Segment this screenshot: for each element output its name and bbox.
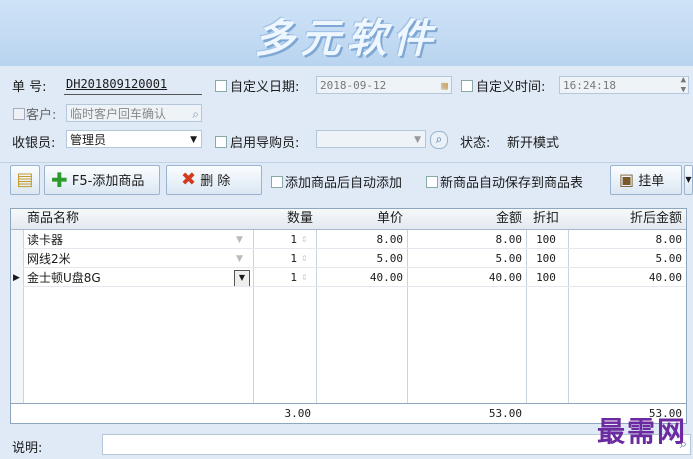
watermark-logo: 最需网 — [596, 415, 687, 448]
header-discount[interactable]: 折扣 — [526, 209, 566, 229]
guide-checkbox[interactable] — [215, 136, 227, 148]
cell-discount[interactable]: 100 — [526, 231, 566, 249]
header-qty[interactable]: 数量 — [253, 209, 313, 229]
customer-input[interactable]: 临时客户回车确认 ⌕ — [66, 104, 202, 122]
row-separator — [23, 248, 686, 249]
cell-name[interactable]: 金士顿U盘8G — [27, 269, 101, 287]
note-row: 说明: ⌕ — [0, 430, 693, 459]
current-row-indicator-icon: ▶ — [13, 273, 20, 283]
total-qty: 3.00 — [284, 407, 312, 420]
auto-save-label: 新商品自动保存到商品表 — [440, 176, 584, 191]
toolbar-more-chevron-icon[interactable]: ▼ — [684, 165, 693, 195]
cell-name[interactable]: 读卡器 — [27, 231, 63, 249]
cell-price[interactable]: 5.00 — [316, 250, 404, 268]
cell-discount[interactable]: 100 — [526, 269, 566, 287]
cell-final: 40.00 — [648, 271, 682, 284]
cashier-value: 管理员 — [70, 133, 107, 147]
cell-amount: 5.00 — [495, 252, 523, 265]
guide-label: 启用导购员: — [230, 136, 300, 151]
status-value: 新开模式 — [507, 136, 560, 151]
note-label: 说明: — [12, 441, 43, 456]
customer-placeholder: 临时客户回车确认 — [70, 107, 167, 121]
header-name[interactable]: 商品名称 — [27, 209, 79, 229]
customer-checkbox[interactable] — [13, 108, 25, 120]
row-dropdown-icon[interactable]: ▼ — [236, 250, 243, 268]
guide-chevron-down-icon[interactable]: ▼ — [414, 131, 421, 147]
custom-time-label: 自定义时间: — [476, 80, 546, 95]
order-no-value: DH201809120001 — [66, 77, 168, 91]
cell-amount: 40.00 — [488, 271, 522, 284]
delete-button[interactable]: ✖ 删 除 — [166, 165, 262, 195]
add-item-label: F5-添加商品 — [71, 174, 145, 189]
cashier-select[interactable]: 管理员 ▼ — [66, 130, 202, 148]
calendar-icon[interactable]: ▦ — [441, 77, 448, 93]
plus-icon: ✚ — [51, 168, 68, 192]
table-header: 商品名称 数量 单价 金额 折扣 折后金额 — [11, 209, 686, 230]
order-no-label: 单 号: — [12, 80, 47, 95]
delete-x-icon: ✖ — [181, 169, 197, 190]
header-final[interactable]: 折后金额 — [568, 209, 682, 229]
cell-final: 8.00 — [655, 233, 683, 246]
custom-date-label: 自定义日期: — [230, 80, 300, 95]
custom-time-checkbox[interactable] — [461, 80, 473, 92]
cell-price[interactable]: 8.00 — [316, 231, 404, 249]
header-amount[interactable]: 金额 — [407, 209, 522, 229]
time-spinner-icon[interactable]: ▲ ▼ — [681, 77, 686, 93]
custom-time-value: 16:24:18 — [563, 79, 616, 92]
customer-lookup-icon[interactable]: ⌕ — [192, 105, 199, 121]
cell-name[interactable]: 网线2米 — [27, 250, 71, 268]
custom-date-checkbox[interactable] — [215, 80, 227, 92]
custom-date-value: 2018-09-12 — [320, 79, 387, 92]
cell-price[interactable]: 40.00 — [316, 269, 403, 287]
hold-order-icon: ▣ — [619, 170, 635, 189]
order-form: 单 号: DH201809120001 自定义日期: 2018-09-12 ▦ … — [0, 66, 693, 160]
auto-add-checkbox[interactable] — [271, 176, 283, 188]
new-document-icon: ▤ — [16, 169, 34, 190]
app-title: 多元软件 — [254, 15, 439, 62]
cashier-label: 收银员: — [12, 136, 56, 151]
delete-label: 删 除 — [200, 174, 231, 189]
guide-search-icon[interactable]: ⌕ — [430, 131, 448, 149]
row-separator — [23, 267, 686, 268]
new-document-button[interactable]: ▤ — [10, 165, 40, 195]
qty-spinner-icon[interactable]: ⇕ — [301, 250, 308, 268]
cell-qty[interactable]: 1 — [253, 231, 297, 249]
order-no-underline — [64, 94, 202, 95]
cell-qty[interactable]: 1 — [253, 250, 297, 268]
row-dropdown-icon[interactable]: ▼ — [236, 231, 243, 249]
qty-spinner-icon[interactable]: ⇕ — [301, 231, 308, 249]
custom-time-field[interactable]: 16:24:18 ▲ ▼ — [559, 76, 689, 94]
cell-discount[interactable]: 100 — [526, 250, 566, 268]
custom-date-field[interactable]: 2018-09-12 ▦ — [316, 76, 452, 94]
status-label: 状态: — [460, 136, 491, 151]
auto-save-checkbox[interactable] — [426, 176, 438, 188]
row-separator — [23, 286, 686, 287]
chevron-down-icon[interactable]: ▼ — [190, 131, 197, 147]
cell-final: 5.00 — [655, 252, 683, 265]
auto-add-label: 添加商品后自动添加 — [285, 176, 403, 191]
hold-order-label: 挂单 — [638, 174, 665, 189]
add-item-button[interactable]: ✚ F5-添加商品 — [44, 165, 160, 195]
toolbar: ▤ ✚ F5-添加商品 ✖ 删 除 添加商品后自动添加 新商品自动保存到商品表 … — [0, 162, 693, 201]
title-banner: 多元软件 — [0, 0, 693, 66]
cell-amount: 8.00 — [495, 233, 523, 246]
header-price[interactable]: 单价 — [316, 209, 403, 229]
customer-label: 客户: — [26, 108, 57, 123]
qty-spinner-icon[interactable]: ⇕ — [301, 269, 308, 287]
items-table: 商品名称 数量 单价 金额 折扣 折后金额 读卡器 ▼ 1 ⇕ 8.00 8.0… — [10, 208, 687, 424]
total-amount: 53.00 — [488, 407, 522, 420]
row-dropdown-icon[interactable]: ▼ — [234, 270, 250, 287]
cell-qty[interactable]: 1 — [253, 269, 297, 287]
hold-order-button[interactable]: ▣ 挂单 — [610, 165, 682, 195]
guide-select[interactable]: ▼ — [316, 130, 426, 148]
totals-row: 3.00 53.00 53.00 — [11, 403, 686, 423]
